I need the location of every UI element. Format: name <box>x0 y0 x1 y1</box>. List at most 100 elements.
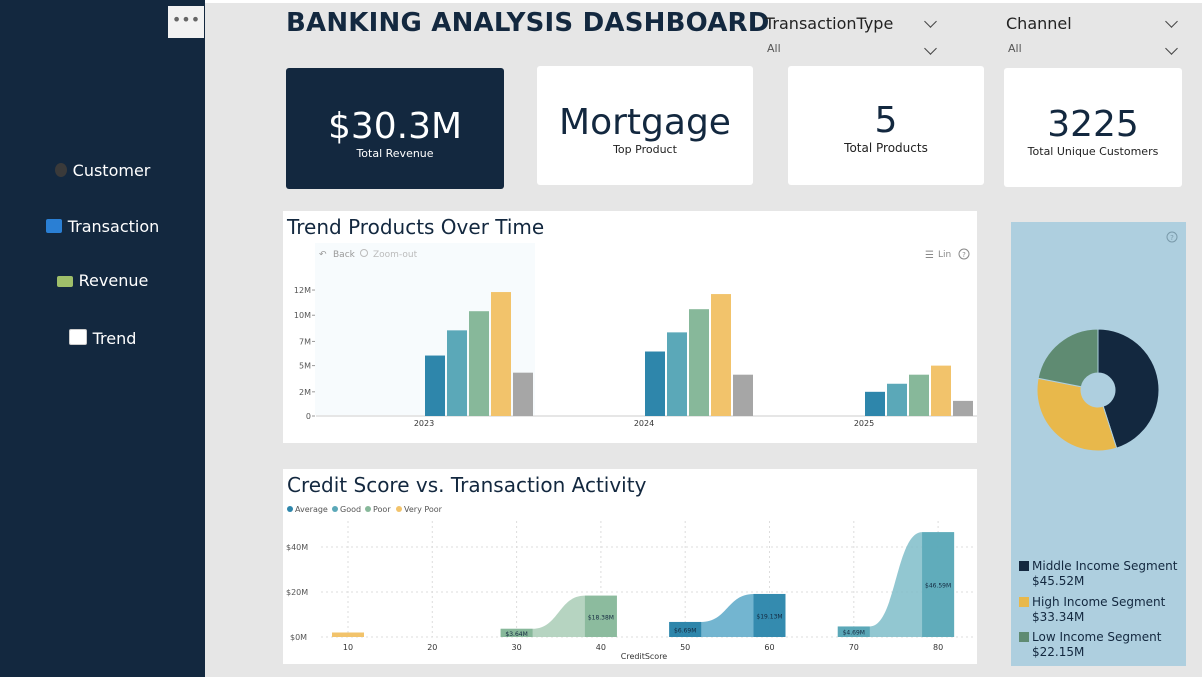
chevron-down-icon <box>1165 15 1178 28</box>
x-tick-label: 2023 <box>414 419 434 428</box>
trend-bar[interactable] <box>865 391 885 416</box>
kpi-unique-customers: 3225 Total Unique Customers <box>1004 68 1182 187</box>
x-tick-label: 50 <box>680 643 690 652</box>
legend-value: $45.52M <box>1032 574 1085 588</box>
slicer-value: All <box>1008 42 1022 55</box>
kpi-value: 5 <box>874 100 898 141</box>
trend-bar[interactable] <box>491 292 511 416</box>
trend-bar[interactable] <box>447 330 467 416</box>
legend-label: Poor <box>373 505 391 514</box>
legend-value: $22.15M <box>1032 645 1085 659</box>
slicer-value: All <box>767 42 781 55</box>
zoom-out-label: Zoom-out <box>373 250 418 260</box>
y-tick-label: $40M <box>286 543 308 552</box>
chevron-down-icon <box>924 42 937 55</box>
legend-label: Average <box>295 505 328 514</box>
legend-name: Middle Income Segment <box>1032 559 1178 573</box>
legend-name: Low Income Segment <box>1032 630 1162 644</box>
trend-chart: ↶ Back Zoom-out ☰ Lin ? 0 2M 5M 7M 10M 12M 202… <box>294 243 977 428</box>
legend-swatch <box>1019 597 1029 607</box>
trend-bar[interactable] <box>645 351 665 416</box>
back-button[interactable]: ↶ Back <box>319 250 356 260</box>
nav-revenue[interactable]: Revenue <box>0 271 205 290</box>
data-label: $4.69M <box>843 630 865 637</box>
trend-bar[interactable] <box>513 372 533 416</box>
legend-value: $33.34M <box>1032 610 1085 624</box>
legend-swatch <box>1019 632 1029 642</box>
slicer-label: TransactionType <box>765 14 894 33</box>
slicer-channel[interactable]: Channel All <box>1006 14 1181 59</box>
help-button[interactable]: ? <box>1166 231 1178 243</box>
donut-legend-item: Low Income Segment $22.15M <box>1019 630 1161 660</box>
chevron-down-icon <box>924 15 937 28</box>
nav-trend[interactable]: Trend <box>0 329 205 348</box>
y-tick-label: 7M <box>299 337 311 346</box>
kpi-label: Top Product <box>613 143 677 156</box>
legend-marker <box>365 506 371 512</box>
kpi-total-revenue: $30.3M Total Revenue <box>286 68 504 189</box>
kpi-value: 3225 <box>1047 104 1139 145</box>
chevron-down-icon <box>1165 42 1178 55</box>
data-label: $46.59M <box>925 583 951 590</box>
kpi-top-product: Mortgage Top Product <box>537 66 753 185</box>
y-tick-label: 5M <box>299 362 311 371</box>
kpi-label: Total Products <box>844 141 928 155</box>
trend-bar[interactable] <box>931 365 951 416</box>
y-tick-label: $0M <box>290 633 307 642</box>
help-button[interactable]: ? <box>958 248 970 260</box>
nav-transaction-label: Transaction <box>67 217 160 236</box>
trend-bar[interactable] <box>711 294 731 416</box>
legend-marker <box>332 506 338 512</box>
x-tick-label: 40 <box>596 643 606 652</box>
trend-bar[interactable] <box>469 311 489 416</box>
repeat-icon <box>45 219 62 233</box>
trend-bar[interactable] <box>887 383 907 416</box>
data-label: $3.64M <box>505 631 527 638</box>
back-arrow-icon: ↶ <box>319 250 327 260</box>
nav-customer[interactable]: Customer <box>0 161 205 180</box>
trend-bar[interactable] <box>425 355 445 416</box>
nav-revenue-label: Revenue <box>78 271 149 290</box>
credit-chart: Average Good Poor Very Poor 10 20 30 40 50 60… <box>286 505 973 661</box>
lin-label: Lin <box>938 250 951 260</box>
nav-trend-label: Trend <box>92 329 137 348</box>
x-tick-label: 70 <box>849 643 859 652</box>
kpi-value: Mortgage <box>559 102 731 143</box>
list-icon: ☰ <box>925 250 934 261</box>
trend-bar[interactable] <box>909 374 929 416</box>
trend-bar[interactable] <box>733 374 753 416</box>
chart-up-icon <box>68 329 87 345</box>
x-tick-label: 30 <box>512 643 522 652</box>
page-title: BANKING ANALYSIS DASHBOARD <box>286 8 770 38</box>
slicer-transaction-type[interactable]: TransactionType All <box>765 14 940 59</box>
more-options-button[interactable]: ••• <box>168 6 204 38</box>
slicer-label: Channel <box>1006 14 1072 33</box>
lin-toggle[interactable]: ☰ Lin <box>925 250 951 261</box>
donut-legend-item: Middle Income Segment $45.52M <box>1019 559 1177 589</box>
y-tick-label: 2M <box>299 388 311 397</box>
donut-slice[interactable] <box>1036 377 1118 452</box>
trend-chart-panel: Trend Products Over Time ↶ Back Zoom-out… <box>283 211 977 443</box>
chart-legend: Average Good Poor Very Poor <box>287 505 443 514</box>
nav-customer-label: Customer <box>72 161 151 180</box>
legend-name: High Income Segment <box>1032 595 1166 609</box>
x-tick-label: 2024 <box>634 419 654 428</box>
credit-chart-panel: Credit Score vs. Transaction Activity Av… <box>283 469 977 664</box>
person-icon <box>54 163 67 177</box>
kpi-value: $30.3M <box>327 106 463 147</box>
data-label: $18.38M <box>588 614 614 621</box>
x-axis-title: CreditScore <box>621 652 668 661</box>
donut-slice[interactable] <box>1037 328 1099 388</box>
trend-bar[interactable] <box>667 332 687 416</box>
legend-marker <box>287 506 293 512</box>
y-tick-label: $20M <box>286 588 308 597</box>
legend-swatch <box>1019 561 1029 571</box>
kpi-label: Total Revenue <box>356 147 434 160</box>
trend-bar[interactable] <box>689 309 709 416</box>
header-strip <box>205 0 1202 3</box>
nav-transaction[interactable]: Transaction <box>0 217 205 236</box>
trend-bar[interactable] <box>953 400 973 416</box>
x-tick-label: 10 <box>343 643 353 652</box>
credit-bar[interactable] <box>332 632 364 638</box>
help-label: ? <box>962 251 966 259</box>
